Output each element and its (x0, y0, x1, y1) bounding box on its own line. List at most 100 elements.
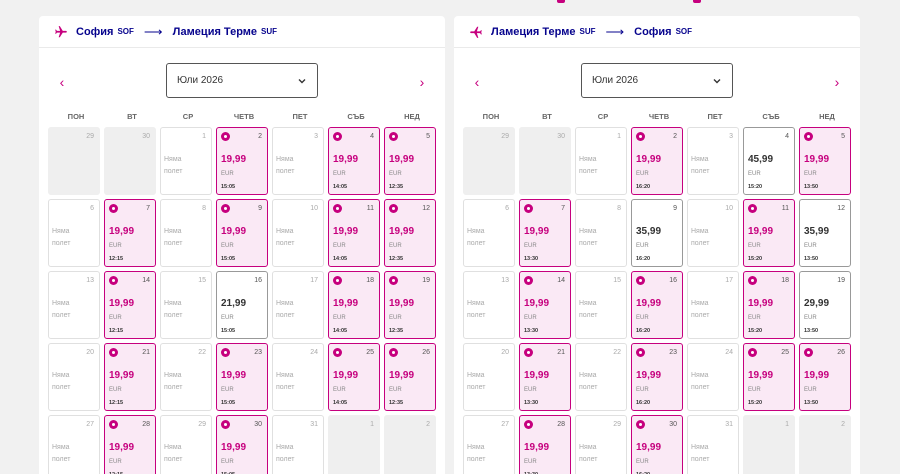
day-cell: 24 Няма полет (272, 343, 324, 411)
no-flight-line: Няма (276, 156, 294, 163)
day-cell[interactable]: 19 29,99 EUR 13:50 (799, 271, 851, 339)
day-cell[interactable]: 4 19,99 EUR 14:05 (328, 127, 380, 195)
star-badge-icon (109, 348, 118, 357)
no-flight-line: полет (579, 168, 598, 175)
day-cell[interactable]: 26 19,99 EUR 13:50 (799, 343, 851, 411)
day-cell[interactable]: 23 19,99 EUR 16:20 (631, 343, 683, 411)
day-cell[interactable]: 21 19,99 EUR 12:15 (104, 343, 156, 411)
fare-currency: EUR (636, 243, 649, 249)
day-cell[interactable]: 2819,99EUR12:15 (104, 415, 156, 474)
prev-month-button[interactable]: ‹ (467, 72, 487, 92)
no-flight-label: Няма полет (164, 154, 182, 178)
day-number: 2 (673, 133, 677, 140)
star-badge-icon (524, 348, 533, 357)
day-number: 12 (837, 205, 845, 212)
departure-time: 16:20 (636, 184, 651, 190)
chevron-left-icon: ‹ (474, 74, 480, 90)
no-flight-line: Няма (276, 372, 294, 379)
prev-month-button[interactable]: ‹ (52, 72, 72, 92)
no-flight-line: Няма (691, 444, 709, 451)
fare-price: 19,99 (748, 370, 774, 381)
day-cell[interactable]: 25 19,99 EUR 15:20 (743, 343, 795, 411)
day-number: 29 (613, 421, 621, 428)
next-month-button[interactable]: › (827, 72, 847, 92)
no-flight-line: полет (52, 384, 71, 391)
day-cell[interactable]: 12 19,99 EUR 12:35 (384, 199, 436, 267)
day-number: 9 (258, 205, 262, 212)
fare-price: 19,99 (524, 442, 550, 453)
fare-currency: EUR (333, 315, 346, 321)
chevron-right-icon: › (834, 74, 840, 90)
day-cell[interactable]: 7 19,99 EUR 13:30 (519, 199, 571, 267)
no-flight-label: Няма полет (467, 370, 485, 394)
day-cell[interactable]: 25 19,99 EUR 14:05 (328, 343, 380, 411)
route-header: София SOF ⟶ Ламеция Терме SUF (39, 16, 445, 48)
day-cell[interactable]: 18 19,99 EUR 14:05 (328, 271, 380, 339)
day-cell[interactable]: 14 19,99 EUR 13:30 (519, 271, 571, 339)
fare-price: 19,99 (109, 298, 135, 309)
day-cell: 15 Няма полет (575, 271, 627, 339)
star-badge-icon (109, 276, 118, 285)
no-flight-line: полет (164, 384, 183, 391)
star-badge-icon (109, 204, 118, 213)
day-cell[interactable]: 21 19,99 EUR 13:30 (519, 343, 571, 411)
day-cell[interactable]: 11 19,99 EUR 14:05 (328, 199, 380, 267)
day-cell[interactable]: 9 19,99 EUR 15:05 (216, 199, 268, 267)
no-flight-line: Няма (467, 228, 485, 235)
fare-price: 29,99 (804, 298, 830, 309)
day-cell[interactable]: 7 19,99 EUR 12:15 (104, 199, 156, 267)
day-number: 10 (725, 205, 733, 212)
no-flight-label: Няма полет (579, 154, 597, 178)
day-cell[interactable]: 11 19,99 EUR 15:20 (743, 199, 795, 267)
day-cell: 31 Няма полет (272, 415, 324, 474)
destination-code: SUF (261, 27, 278, 36)
chevron-right-icon: › (419, 74, 425, 90)
fare-price: 19,99 (636, 154, 662, 165)
fare-currency: EUR (748, 387, 761, 393)
no-flight-line: Няма (691, 156, 709, 163)
day-cell[interactable]: 16 21,99 EUR 15:05 (216, 271, 268, 339)
day-cell[interactable]: 5 19,99 EUR 13:50 (799, 127, 851, 195)
day-cell[interactable]: 18 19,99 EUR 15:20 (743, 271, 795, 339)
day-cell[interactable]: 5 19,99 EUR 12:35 (384, 127, 436, 195)
day-cell[interactable]: 23 19,99 EUR 15:05 (216, 343, 268, 411)
fare-price: 19,99 (109, 442, 135, 453)
day-number: 5 (426, 133, 430, 140)
no-flight-line: полет (691, 456, 710, 463)
no-flight-line: Няма (579, 372, 597, 379)
fare-price: 19,99 (389, 226, 415, 237)
plane-return-icon (469, 25, 483, 39)
day-number: 29 (86, 133, 94, 140)
day-cell[interactable]: 2 19,99 EUR 16:20 (631, 127, 683, 195)
weekday-label: ПЕТ (292, 112, 308, 121)
no-flight-label: Няма полет (691, 442, 709, 466)
day-cell[interactable]: 14 19,99 EUR 12:15 (104, 271, 156, 339)
day-cell[interactable]: 9 35,99 EUR 16:20 (631, 199, 683, 267)
outbound-calendar-panel: София SOF ⟶ Ламеция Терме SUF ‹ Юли 2026… (39, 16, 445, 474)
month-select[interactable]: Юли 2026 (166, 63, 318, 98)
day-number: 2 (258, 133, 262, 140)
day-cell[interactable]: 26 19,99 EUR 12:35 (384, 343, 436, 411)
day-cell[interactable]: 4 45,99 EUR 15:20 (743, 127, 795, 195)
day-number: 20 (86, 349, 94, 356)
day-cell[interactable]: 12 35,99 EUR 13:50 (799, 199, 851, 267)
fare-price: 19,99 (636, 298, 662, 309)
fare-currency: EUR (748, 243, 761, 249)
next-month-button[interactable]: › (412, 72, 432, 92)
fare-price: 35,99 (804, 226, 830, 237)
day-cell[interactable]: 3019,99EUR16:20 (631, 415, 683, 474)
no-flight-line: полет (691, 240, 710, 247)
day-cell[interactable]: 3019,99EUR15:05 (216, 415, 268, 474)
weekday-label: СЪБ (347, 112, 365, 121)
day-cell[interactable]: 2819,99EUR13:30 (519, 415, 571, 474)
day-cell[interactable]: 19 19,99 EUR 12:35 (384, 271, 436, 339)
day-cell[interactable]: 2 19,99 EUR 15:05 (216, 127, 268, 195)
no-flight-line: полет (276, 240, 295, 247)
departure-time: 15:20 (748, 400, 763, 406)
month-select[interactable]: Юли 2026 (581, 63, 733, 98)
day-number: 21 (557, 349, 565, 356)
day-cell[interactable]: 16 19,99 EUR 16:20 (631, 271, 683, 339)
day-number: 22 (613, 349, 621, 356)
day-number: 8 (617, 205, 621, 212)
star-badge-icon (524, 420, 533, 429)
